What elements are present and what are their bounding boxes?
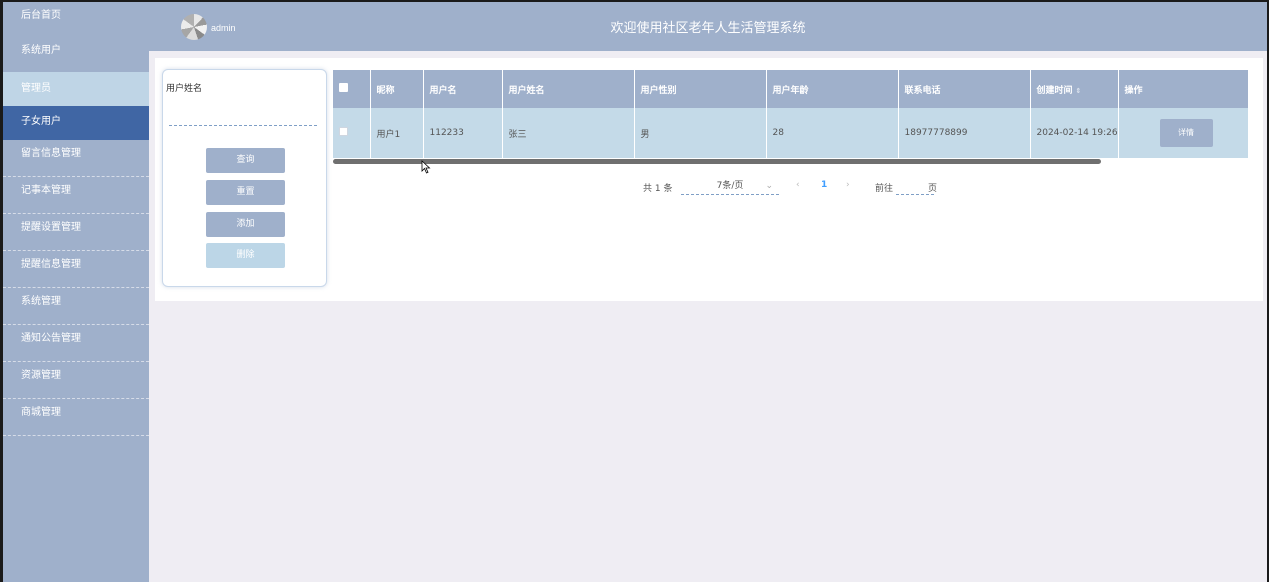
- column-header: 用户年龄: [766, 70, 899, 108]
- table-cell: 2024-02-14 19:26:0: [1030, 108, 1119, 158]
- sidebar-item-resources[interactable]: 资源管理: [3, 362, 149, 399]
- action-cell: 详情: [1118, 108, 1248, 158]
- sidebar-item-child-users[interactable]: 子女用户: [3, 106, 149, 140]
- row-select-cell: [333, 108, 371, 158]
- table-cell: 18977778899: [898, 108, 1031, 158]
- data-table: 昵称 用户名 用户姓名 用户性别 用户年龄 联系电话 创建时间 ⇕ 操作 用户1 …: [333, 70, 1248, 158]
- delete-button[interactable]: 删除: [206, 243, 285, 268]
- sidebar-item-system-management[interactable]: 系统管理: [3, 288, 149, 325]
- sidebar: 后台首页 系统用户 管理员 子女用户 留言信息管理 记事本管理 提醒设置管理 提…: [3, 2, 149, 582]
- sidebar-item-announcements[interactable]: 通知公告管理: [3, 325, 149, 362]
- page-size-select[interactable]: 7条/页 ⌄: [681, 179, 779, 195]
- top-header: admin 欢迎使用社区老年人生活管理系统: [149, 2, 1267, 51]
- column-header: 操作: [1118, 70, 1248, 108]
- column-header: 昵称: [370, 70, 424, 108]
- sidebar-item-system-users[interactable]: 系统用户: [3, 37, 149, 72]
- column-header: 用户性别: [634, 70, 767, 108]
- select-all-checkbox[interactable]: [339, 83, 348, 92]
- sidebar-item-messages[interactable]: 留言信息管理: [3, 140, 149, 177]
- horizontal-scrollbar[interactable]: [333, 159, 1101, 164]
- page-unit-label: 页: [928, 184, 938, 194]
- search-panel: 用户姓名 查询 重置 添加 删除: [162, 69, 327, 287]
- table-header-row: 昵称 用户名 用户姓名 用户性别 用户年龄 联系电话 创建时间 ⇕ 操作: [333, 70, 1248, 108]
- table-cell: 用户1: [370, 108, 424, 158]
- next-page-icon[interactable]: ›: [846, 180, 850, 190]
- table-cell: 张三: [502, 108, 635, 158]
- table-cell: 男: [634, 108, 767, 158]
- detail-button[interactable]: 详情: [1159, 119, 1213, 147]
- query-button[interactable]: 查询: [206, 148, 285, 173]
- prev-page-icon[interactable]: ‹: [796, 180, 800, 190]
- sidebar-item-reminder-settings[interactable]: 提醒设置管理: [3, 214, 149, 251]
- sidebar-item-home[interactable]: 后台首页: [3, 2, 149, 37]
- sidebar-item-reminder-info[interactable]: 提醒信息管理: [3, 251, 149, 288]
- pagination-total: 共 1 条: [643, 184, 673, 194]
- table-cell: 112233: [423, 108, 503, 158]
- reset-button[interactable]: 重置: [206, 180, 285, 205]
- page-title: 欢迎使用社区老年人生活管理系统: [610, 21, 806, 36]
- mouse-cursor-icon: [421, 160, 431, 174]
- row-checkbox[interactable]: [339, 127, 348, 136]
- search-label: 用户姓名: [166, 84, 203, 94]
- column-header-label: 创建时间: [1036, 85, 1073, 96]
- sidebar-item-admin[interactable]: 管理员: [3, 72, 149, 106]
- page-number-current[interactable]: 1: [821, 180, 827, 190]
- table-cell: 28: [766, 108, 899, 158]
- main-content: 用户姓名 查询 重置 添加 删除 昵称 用户名 用户姓名 用户性别 用户年龄 联…: [155, 58, 1263, 301]
- table-row: 用户1 112233 张三 男 28 18977778899 2024-02-1…: [333, 108, 1248, 158]
- goto-label: 前往: [875, 184, 894, 194]
- column-header: 用户名: [423, 70, 503, 108]
- sidebar-item-notebook[interactable]: 记事本管理: [3, 177, 149, 214]
- sidebar-item-mall[interactable]: 商城管理: [3, 399, 149, 436]
- column-header: 用户姓名: [502, 70, 635, 108]
- sort-icon[interactable]: ⇕: [1076, 87, 1082, 95]
- column-header: 联系电话: [898, 70, 1031, 108]
- add-button[interactable]: 添加: [206, 212, 285, 237]
- select-all-cell: [333, 70, 371, 108]
- data-table-container: 昵称 用户名 用户姓名 用户性别 用户年龄 联系电话 创建时间 ⇕ 操作 用户1 …: [333, 70, 1248, 168]
- column-header-sortable[interactable]: 创建时间 ⇕: [1030, 70, 1119, 108]
- search-input[interactable]: [169, 112, 317, 126]
- page-size-value: 7条/页: [716, 181, 744, 191]
- chevron-down-icon: ⌄: [765, 181, 773, 191]
